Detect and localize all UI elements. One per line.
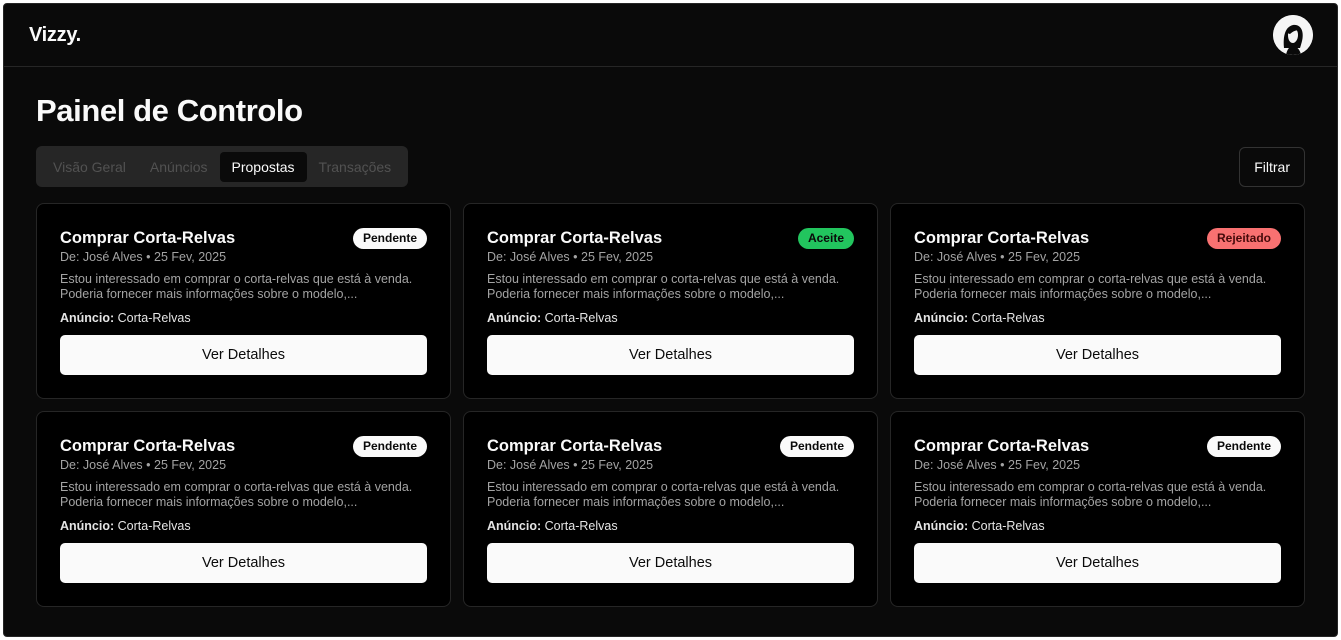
listing-label: Anúncio: [487, 519, 542, 533]
proposal-description: Estou interessado em comprar o corta-rel… [60, 272, 427, 302]
listing-value: Corta-Relvas [971, 311, 1045, 325]
description-line: Poderia fornecer mais informações sobre … [487, 495, 785, 509]
proposal-meta: De: José Alves • 25 Fev, 2025 [914, 458, 1081, 472]
status-badge: Rejeitado [1206, 228, 1281, 249]
view-details-button[interactable]: Ver Detalhes [914, 335, 1281, 375]
proposal-meta: De: José Alves • 25 Fev, 2025 [60, 250, 227, 264]
user-avatar-icon[interactable] [1273, 15, 1313, 55]
toolbar: Visão Geral Anúncios Propostas Transaçõe… [36, 146, 1305, 187]
tab-transactions[interactable]: Transações [307, 152, 404, 182]
proposal-card: Comprar Corta-Relvas Pendente De: José A… [36, 203, 451, 399]
listing-label: Anúncio: [60, 311, 115, 325]
proposal-card: Comprar Corta-Relvas Aceite De: José Alv… [463, 203, 878, 399]
description-line: Estou interessado em comprar o corta-rel… [487, 272, 840, 286]
listing-reference: Anúncio: Corta-Relvas [914, 310, 1281, 326]
status-badge: Pendente [352, 436, 427, 457]
proposal-title: Comprar Corta-Relvas [60, 229, 236, 247]
description-line: Poderia fornecer mais informações sobre … [60, 287, 358, 301]
listing-reference: Anúncio: Corta-Relvas [914, 518, 1281, 534]
proposal-card: Comprar Corta-Relvas Rejeitado De: José … [890, 203, 1305, 399]
view-details-button[interactable]: Ver Detalhes [914, 543, 1281, 583]
proposal-meta: De: José Alves • 25 Fev, 2025 [487, 458, 654, 472]
proposal-meta: De: José Alves • 25 Fev, 2025 [914, 250, 1081, 264]
listing-label: Anúncio: [914, 519, 969, 533]
listing-value: Corta-Relvas [117, 519, 191, 533]
proposal-title: Comprar Corta-Relvas [487, 437, 663, 455]
listing-value: Corta-Relvas [971, 519, 1045, 533]
view-details-button[interactable]: Ver Detalhes [487, 335, 854, 375]
listing-reference: Anúncio: Corta-Relvas [487, 310, 854, 326]
description-line: Estou interessado em comprar o corta-rel… [60, 480, 413, 494]
proposal-title: Comprar Corta-Relvas [60, 437, 236, 455]
status-badge: Aceite [797, 228, 854, 249]
view-details-button[interactable]: Ver Detalhes [487, 543, 854, 583]
proposal-title: Comprar Corta-Relvas [487, 229, 663, 247]
description-line: Estou interessado em comprar o corta-rel… [914, 272, 1267, 286]
proposal-title: Comprar Corta-Relvas [914, 437, 1090, 455]
listing-value: Corta-Relvas [544, 311, 618, 325]
listing-label: Anúncio: [60, 519, 115, 533]
listing-reference: Anúncio: Corta-Relvas [487, 518, 854, 534]
listing-label: Anúncio: [487, 311, 542, 325]
tab-proposals[interactable]: Propostas [219, 151, 307, 182]
listing-reference: Anúncio: Corta-Relvas [60, 310, 427, 326]
description-line: Poderia fornecer mais informações sobre … [60, 495, 358, 509]
description-line: Estou interessado em comprar o corta-rel… [914, 480, 1267, 494]
proposal-description: Estou interessado em comprar o corta-rel… [487, 480, 854, 510]
listing-value: Corta-Relvas [544, 519, 618, 533]
app-window: Vizzy. Painel de Controlo Visão Geral An… [3, 3, 1338, 637]
proposal-title: Comprar Corta-Relvas [914, 229, 1090, 247]
tab-overview[interactable]: Visão Geral [41, 152, 138, 182]
description-line: Estou interessado em comprar o corta-rel… [487, 480, 840, 494]
status-badge: Pendente [779, 436, 854, 457]
proposal-card: Comprar Corta-Relvas Pendente De: José A… [463, 411, 878, 607]
tab-listings[interactable]: Anúncios [138, 152, 220, 182]
description-line: Estou interessado em comprar o corta-rel… [60, 272, 413, 286]
proposal-meta: De: José Alves • 25 Fev, 2025 [60, 458, 227, 472]
proposal-description: Estou interessado em comprar o corta-rel… [60, 480, 427, 510]
filter-button[interactable]: Filtrar [1239, 146, 1305, 187]
description-line: Poderia fornecer mais informações sobre … [914, 495, 1212, 509]
tab-list: Visão Geral Anúncios Propostas Transaçõe… [36, 146, 409, 187]
listing-label: Anúncio: [914, 311, 969, 325]
proposal-card: Comprar Corta-Relvas Pendente De: José A… [890, 411, 1305, 607]
proposal-meta: De: José Alves • 25 Fev, 2025 [487, 250, 654, 264]
brand-logo[interactable]: Vizzy. [29, 24, 81, 47]
page-title: Painel de Controlo [36, 93, 303, 128]
proposal-description: Estou interessado em comprar o corta-rel… [914, 480, 1281, 510]
proposals-grid: Comprar Corta-Relvas Pendente De: José A… [36, 203, 1305, 607]
proposal-card: Comprar Corta-Relvas Pendente De: José A… [36, 411, 451, 607]
description-line: Poderia fornecer mais informações sobre … [487, 287, 785, 301]
proposal-description: Estou interessado em comprar o corta-rel… [914, 272, 1281, 302]
view-details-button[interactable]: Ver Detalhes [60, 335, 427, 375]
view-details-button[interactable]: Ver Detalhes [60, 543, 427, 583]
avatar-illustration [1273, 15, 1313, 55]
listing-value: Corta-Relvas [117, 311, 191, 325]
listing-reference: Anúncio: Corta-Relvas [60, 518, 427, 534]
proposal-description: Estou interessado em comprar o corta-rel… [487, 272, 854, 302]
top-bar: Vizzy. [4, 4, 1337, 67]
status-badge: Pendente [1206, 436, 1281, 457]
dashboard-main: Painel de Controlo Visão Geral Anúncios … [4, 67, 1337, 607]
description-line: Poderia fornecer mais informações sobre … [914, 287, 1212, 301]
status-badge: Pendente [352, 228, 427, 249]
